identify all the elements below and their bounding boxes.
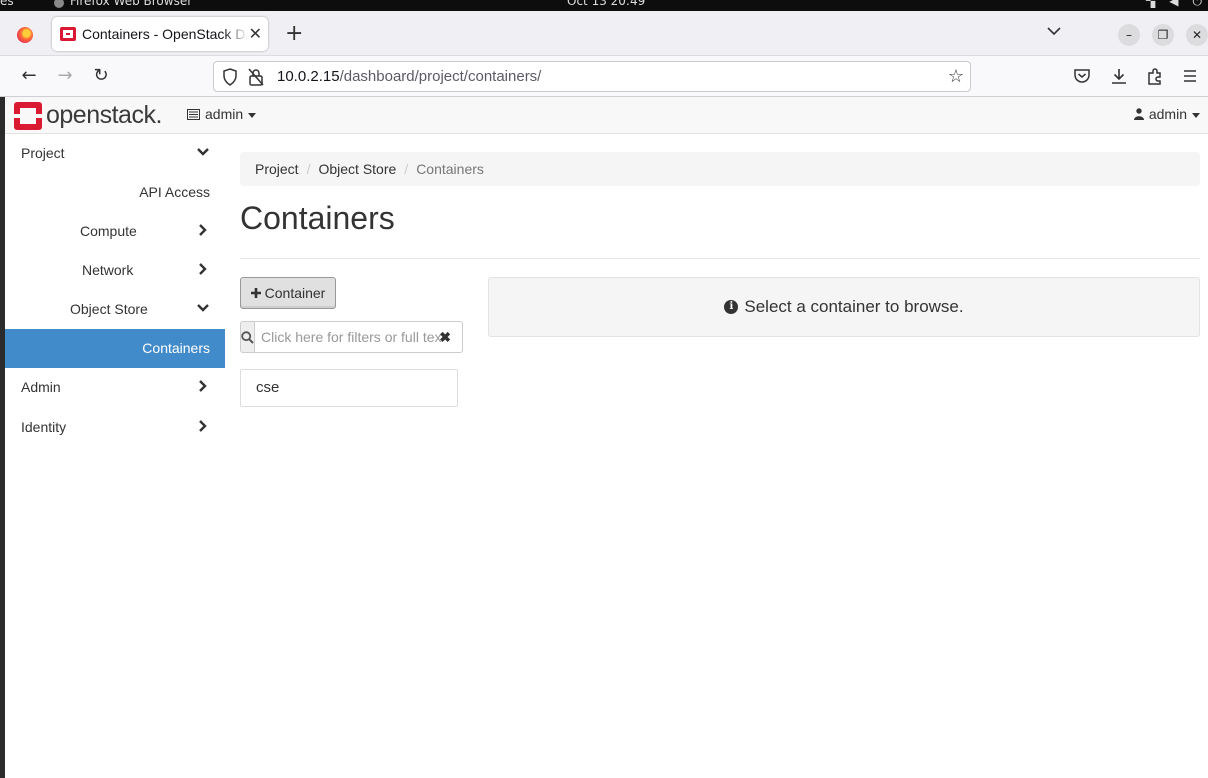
- sidebar-item-compute[interactable]: Compute: [5, 212, 225, 251]
- breadcrumb-separator: /: [306, 161, 311, 177]
- pocket-icon[interactable]: [1073, 67, 1091, 85]
- activities-button[interactable]: es: [0, 0, 14, 8]
- chevron-down-icon: [197, 304, 209, 312]
- sidebar-item-object-store[interactable]: Object Store: [5, 290, 225, 329]
- app-name: Firefox Web Browser: [70, 0, 193, 8]
- container-browse-panel: i Select a container to browse.: [488, 277, 1200, 337]
- sidebar-item-admin[interactable]: Admin: [5, 368, 225, 407]
- dashboard-header: openstack. admin admin: [5, 97, 1208, 134]
- project-name: admin: [205, 106, 244, 122]
- tracking-shield-icon[interactable]: [222, 68, 238, 86]
- minimize-icon[interactable]: –: [1118, 24, 1140, 46]
- search-addon: [240, 321, 255, 353]
- create-container-label: Container: [264, 285, 326, 301]
- reload-icon[interactable]: ↻: [90, 65, 112, 86]
- bookmark-star-icon[interactable]: ☆: [948, 66, 964, 87]
- openstack-logo[interactable]: openstack.: [14, 101, 162, 130]
- close-tab-icon[interactable]: ✕: [249, 24, 262, 43]
- forward-icon[interactable]: →: [54, 65, 76, 86]
- openstack-logo-icon: [14, 101, 42, 130]
- power-icon: ⏻: [1192, 0, 1203, 8]
- sidebar-item-label: Admin: [21, 379, 61, 395]
- chevron-right-icon: [199, 263, 207, 275]
- chevron-right-icon: [199, 420, 207, 432]
- clear-search-icon[interactable]: ✖: [439, 329, 451, 346]
- caret-down-icon: [248, 112, 257, 118]
- sidebar-item-identity[interactable]: Identity: [5, 408, 225, 447]
- breadcrumb-object-store[interactable]: Object Store: [318, 161, 396, 177]
- page-title: Containers: [240, 200, 395, 236]
- url-host: 10.0.2.15: [277, 68, 340, 85]
- address-bar[interactable]: 10.0.2.15/dashboard/project/containers/ …: [213, 61, 971, 92]
- user-name: admin: [1148, 106, 1187, 122]
- sidebar-item-label: Identity: [21, 419, 67, 435]
- browser-tab[interactable]: Containers - OpenStack Dashboard ✕: [52, 17, 268, 51]
- sidebar-item-api-access[interactable]: API Access: [5, 173, 225, 212]
- caret-down-icon: [1192, 112, 1200, 118]
- chevron-right-icon: [199, 380, 207, 392]
- container-search: ✖: [240, 321, 463, 353]
- breadcrumb-separator: /: [404, 161, 409, 177]
- info-icon: i: [724, 300, 739, 314]
- app-menu[interactable]: Firefox Web Browser: [54, 0, 192, 8]
- chevron-right-icon: [199, 224, 207, 236]
- container-list-item[interactable]: cse: [240, 369, 458, 407]
- sidebar-item-label: Object Store: [70, 301, 148, 317]
- sidebar-item-network[interactable]: Network: [5, 251, 225, 290]
- firefox-small-icon: [54, 0, 64, 8]
- firefox-view-icon[interactable]: [17, 27, 33, 43]
- restore-icon[interactable]: ❐: [1152, 24, 1174, 46]
- openstack-favicon-icon: [60, 27, 76, 41]
- url-text: 10.0.2.15/dashboard/project/containers/: [277, 68, 541, 85]
- back-icon[interactable]: ←: [18, 65, 40, 86]
- navigation-toolbar: ← → ↻ 10.0.2.15/dashboard/project/contai…: [0, 56, 1208, 97]
- sidebar-item-label: Compute: [80, 223, 137, 239]
- sidebar-item-label: Project: [21, 145, 65, 161]
- sidebar-item-label: Containers: [142, 340, 210, 356]
- user-menu[interactable]: admin: [1133, 106, 1200, 122]
- divider: [240, 258, 1200, 259]
- sidebar-item-label: API Access: [139, 184, 210, 200]
- chevron-down-icon: [197, 148, 209, 156]
- openstack-dashboard-page: openstack. admin admin Project API Acces…: [5, 97, 1208, 778]
- user-icon: [1133, 108, 1144, 120]
- volume-icon: ◀: [1169, 0, 1179, 8]
- tab-title: Containers - OpenStack Dashboard: [82, 26, 248, 42]
- logo-text: openstack.: [46, 101, 162, 129]
- system-top-bar: es Firefox Web Browser Oct 13 20:49 ▚ ◀ ⏻: [0, 0, 1208, 11]
- breadcrumb-project[interactable]: Project: [255, 161, 299, 177]
- sidebar-item-project[interactable]: Project: [5, 134, 225, 173]
- project-switcher-icon: [187, 108, 200, 120]
- insecure-lock-icon[interactable]: [248, 68, 264, 86]
- search-input[interactable]: [255, 321, 463, 353]
- sidebar-item-containers[interactable]: Containers: [5, 329, 225, 368]
- url-path: /dashboard/project/containers/: [339, 68, 542, 85]
- create-container-button[interactable]: Container: [240, 277, 336, 309]
- tab-bar: Containers - OpenStack Dashboard ✕ + – ❐…: [0, 11, 1208, 56]
- extensions-icon[interactable]: [1146, 67, 1164, 85]
- system-tray[interactable]: ▚ ◀ ⏻: [1146, 0, 1202, 9]
- project-switcher[interactable]: admin: [187, 106, 257, 122]
- hamburger-menu-icon[interactable]: [1182, 68, 1198, 84]
- plus-icon: [250, 288, 261, 298]
- downloads-icon[interactable]: [1110, 67, 1128, 85]
- new-tab-icon[interactable]: +: [285, 21, 303, 46]
- breadcrumb-containers: Containers: [416, 161, 484, 177]
- list-all-tabs-icon[interactable]: [1046, 23, 1062, 39]
- clock[interactable]: Oct 13 20:49: [567, 0, 645, 8]
- network-icon: ▚: [1146, 0, 1156, 8]
- breadcrumb: Project / Object Store / Containers: [240, 152, 1200, 186]
- container-name: cse: [256, 379, 280, 396]
- browse-message: Select a container to browse.: [744, 297, 964, 316]
- sidebar-item-label: Network: [82, 262, 134, 278]
- search-icon: [241, 330, 254, 344]
- close-window-icon[interactable]: ✕: [1186, 24, 1208, 46]
